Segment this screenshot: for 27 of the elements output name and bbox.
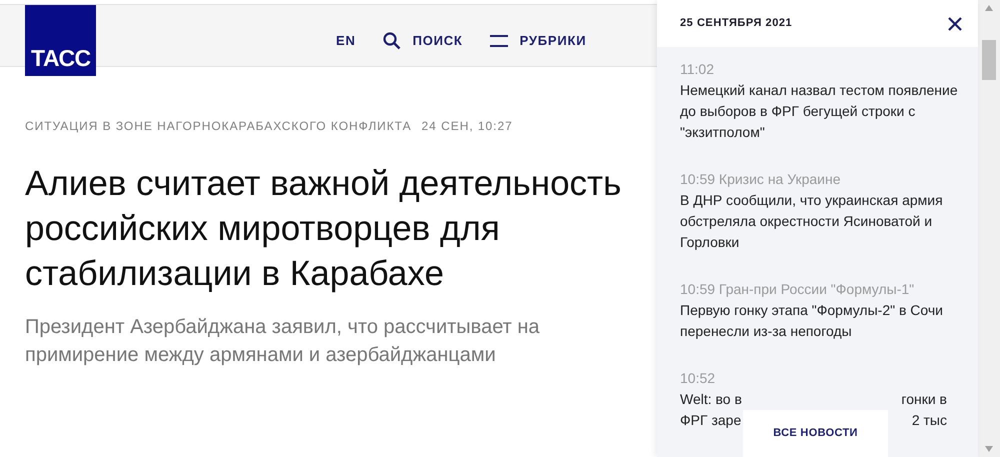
news-headline[interactable]: Первую гонку этапа "Формулы-2" в Сочи перенесли из-за непогоды [680, 300, 968, 342]
all-news-button[interactable]: ВСЕ НОВОСТИ [743, 410, 888, 457]
language-link[interactable]: EN [336, 31, 356, 50]
search-icon [382, 32, 401, 50]
rubric-link[interactable]: СИТУАЦИЯ В ЗОНЕ НАГОРНОКАРАБАХСКОГО КОНФЛИКТА [25, 117, 412, 135]
news-time: 10:59 Кризис на Украине [680, 170, 842, 189]
menu-icon [490, 34, 508, 47]
scroll-down-icon [985, 446, 993, 452]
scrollbar-thumb[interactable] [982, 40, 996, 80]
news-headline-fragment[interactable]: гонки в [901, 389, 947, 410]
news-headline-fragment[interactable]: 2 тыс [912, 410, 947, 431]
news-headline-fragment[interactable]: ФРГ заре [680, 410, 742, 431]
news-time: 10:59 Гран-при России "Формулы-1" [680, 280, 916, 299]
news-time: 10:52 [680, 369, 716, 388]
logo[interactable]: ТАСС [25, 5, 96, 76]
article-lead: Президент Азербайджана заявил, что рассчитывает на примирение между армянами и азербайджанцами [25, 315, 541, 368]
article-title: Алиев считает важной деятельность российских миротворцев для стабилизации в Карабахе [25, 163, 622, 295]
news-headline[interactable]: Немецкий канал назвал тестом появление до выборов в ФРГ бегущей строки с "экзитполом" [680, 80, 968, 143]
panel-date: 25 СЕНТЯБРЯ 2021 [680, 16, 792, 32]
rubrics-button[interactable]: РУБРИКИ [490, 31, 586, 50]
news-headline-fragment[interactable]: Welt: во в [680, 389, 742, 410]
news-time: 11:02 [680, 60, 715, 79]
close-button[interactable] [948, 16, 964, 32]
search-button[interactable]: ПОИСК [382, 31, 463, 50]
scroll-up-icon [985, 5, 993, 11]
article-date: 24 СЕН, 10:27 [422, 118, 513, 135]
news-headline[interactable]: В ДНР сообщили, что украинская армия обстреляла окрестности Ясиноватой и Горловки [680, 190, 968, 253]
